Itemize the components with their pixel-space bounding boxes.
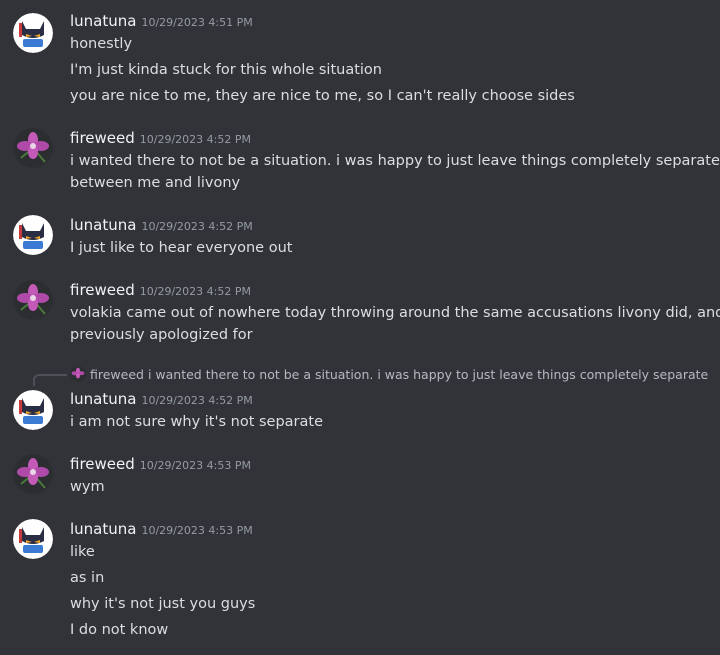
- fireweed-reply-avatar: [70, 366, 86, 382]
- message-header: lunatuna 10/29/2023 4:52 PM: [70, 215, 253, 237]
- reply-preview[interactable]: fireweed i wanted there to not be a situa…: [70, 365, 710, 385]
- fireweed-avatar[interactable]: [13, 280, 53, 320]
- username[interactable]: lunatuna: [70, 520, 136, 538]
- timestamp: 10/29/2023 4:52 PM: [139, 285, 251, 298]
- lunatuna-avatar[interactable]: [13, 13, 53, 53]
- lunatuna-avatar[interactable]: [13, 215, 53, 255]
- message-header: lunatuna 10/29/2023 4:51 PM: [70, 11, 253, 33]
- message-header: lunatuna 10/29/2023 4:53 PM: [70, 519, 253, 541]
- reply-username[interactable]: fireweed: [90, 367, 144, 382]
- message-text: why it's not just you guys: [70, 596, 256, 612]
- message-text: honestly: [70, 36, 133, 52]
- message-text: as in: [70, 570, 105, 586]
- username[interactable]: lunatuna: [70, 390, 136, 408]
- message-text: i am not sure why it's not separate: [70, 414, 324, 430]
- flower-avatar-icon: [70, 366, 86, 382]
- cat-avatar-icon: [13, 519, 53, 559]
- message-text: I do not know: [70, 622, 169, 638]
- message-list: lunatuna 10/29/2023 4:51 PM honestly I'm …: [0, 0, 720, 655]
- username[interactable]: fireweed: [70, 129, 135, 147]
- message-text: previously apologized for: [70, 327, 253, 343]
- flower-avatar-icon: [13, 280, 53, 320]
- message-text: i wanted there to not be a situation. i …: [70, 153, 720, 169]
- timestamp: 10/29/2023 4:52 PM: [139, 133, 251, 146]
- username[interactable]: fireweed: [70, 281, 135, 299]
- message-header: fireweed 10/29/2023 4:52 PM: [70, 128, 251, 150]
- timestamp: 10/29/2023 4:53 PM: [141, 524, 253, 537]
- message-text: between me and livony: [70, 175, 241, 191]
- message-text: I just like to hear everyone out: [70, 240, 293, 256]
- message-text: I'm just kinda stuck for this whole situ…: [70, 62, 382, 78]
- reply-spine: [33, 374, 67, 386]
- message-header: lunatuna 10/29/2023 4:52 PM: [70, 389, 253, 411]
- timestamp: 10/29/2023 4:51 PM: [141, 16, 253, 29]
- cat-avatar-icon: [13, 390, 53, 430]
- message-header: fireweed 10/29/2023 4:53 PM: [70, 454, 251, 476]
- fireweed-avatar[interactable]: [13, 454, 53, 494]
- message-text: wym: [70, 479, 105, 495]
- username[interactable]: lunatuna: [70, 12, 136, 30]
- message-text: volakia came out of nowhere today throwi…: [70, 305, 720, 321]
- fireweed-avatar[interactable]: [13, 128, 53, 168]
- timestamp: 10/29/2023 4:52 PM: [141, 220, 253, 233]
- timestamp: 10/29/2023 4:52 PM: [141, 394, 253, 407]
- lunatuna-avatar[interactable]: [13, 390, 53, 430]
- message-text: you are nice to me, they are nice to me,…: [70, 88, 575, 104]
- message-text: like: [70, 544, 95, 560]
- cat-avatar-icon: [13, 215, 53, 255]
- lunatuna-avatar[interactable]: [13, 519, 53, 559]
- reply-text[interactable]: i wanted there to not be a situation. i …: [148, 367, 710, 382]
- cat-avatar-icon: [13, 13, 53, 53]
- flower-avatar-icon: [13, 128, 53, 168]
- flower-avatar-icon: [13, 454, 53, 494]
- timestamp: 10/29/2023 4:53 PM: [139, 459, 251, 472]
- username[interactable]: lunatuna: [70, 216, 136, 234]
- username[interactable]: fireweed: [70, 455, 135, 473]
- message-header: fireweed 10/29/2023 4:52 PM: [70, 280, 251, 302]
